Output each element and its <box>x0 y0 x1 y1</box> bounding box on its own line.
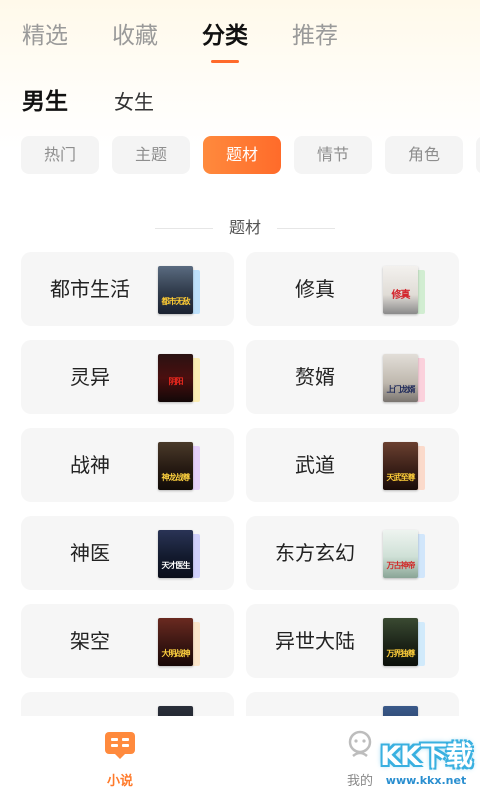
chip-subject[interactable]: 题材 <box>203 136 281 174</box>
book-cover: 天才医生 <box>158 530 200 578</box>
category-card[interactable]: 武道 天武至尊 <box>246 428 459 502</box>
chip-more[interactable] <box>476 136 480 174</box>
section-title: 题材 <box>0 214 480 238</box>
book-cover: 万古神帝 <box>383 530 425 578</box>
category-card[interactable]: 都市生活 都市无敌 <box>21 252 234 326</box>
tab-categories[interactable]: 分类 <box>202 18 248 63</box>
tab-recommend[interactable]: 推荐 <box>292 18 338 54</box>
category-card[interactable]: 修真 修真 <box>246 252 459 326</box>
nav-novel[interactable]: 小说 <box>80 730 160 789</box>
chip-hot[interactable]: 热门 <box>21 136 99 174</box>
gender-tab-female[interactable]: 女生 <box>114 86 154 115</box>
category-label: 东方玄幻 <box>275 541 355 565</box>
category-card[interactable]: 异世大陆 万界独尊 <box>246 604 459 678</box>
book-cover: 天武至尊 <box>383 442 425 490</box>
tab-favorites[interactable]: 收藏 <box>112 18 158 54</box>
book-cover: 修真 <box>383 266 425 314</box>
filter-chip-row: 热门 主题 题材 情节 角色 <box>21 136 480 174</box>
category-card[interactable]: 东方玄幻 万古神帝 <box>246 516 459 590</box>
book-cover: 阴阳 <box>158 354 200 402</box>
chip-role[interactable]: 角色 <box>385 136 463 174</box>
book-cover: 都市无敌 <box>158 266 200 314</box>
category-label: 都市生活 <box>50 277 130 301</box>
nav-label: 小说 <box>106 774 133 789</box>
category-label: 灵异 <box>70 365 110 389</box>
chip-theme[interactable]: 主题 <box>112 136 190 174</box>
category-card[interactable]: 灵异 阴阳 <box>21 340 234 414</box>
category-card[interactable]: 赘婿 上门龙婿 <box>246 340 459 414</box>
watermark-logo: KK下载 www.kkx.net <box>380 741 473 788</box>
book-cover: 万界独尊 <box>383 618 425 666</box>
category-label: 赘婿 <box>295 365 335 389</box>
category-label: 架空 <box>70 629 110 653</box>
gender-tab-male[interactable]: 男生 <box>22 82 68 116</box>
gender-switch: 男生 女生 <box>22 82 200 116</box>
book-icon <box>103 730 137 764</box>
category-label: 战神 <box>70 453 110 477</box>
category-label: 神医 <box>70 541 110 565</box>
category-card[interactable]: 神医 天才医生 <box>21 516 234 590</box>
tab-featured[interactable]: 精选 <box>22 18 68 54</box>
category-label: 修真 <box>295 277 335 301</box>
category-grid: 都市生活 都市无敌 修真 修真 灵异 阴阳 赘婿 上门龙婿 战神 神龙战尊 武道… <box>21 252 459 766</box>
category-label: 武道 <box>295 453 335 477</box>
category-label: 异世大陆 <box>275 629 355 653</box>
book-cover: 神龙战尊 <box>158 442 200 490</box>
book-cover: 上门龙婿 <box>383 354 425 402</box>
top-tab-bar: 精选 收藏 分类 推荐 <box>22 18 382 63</box>
category-card[interactable]: 战神 神龙战尊 <box>21 428 234 502</box>
category-card[interactable]: 架空 大明战神 <box>21 604 234 678</box>
book-cover: 大明战神 <box>158 618 200 666</box>
chip-plot[interactable]: 情节 <box>294 136 372 174</box>
